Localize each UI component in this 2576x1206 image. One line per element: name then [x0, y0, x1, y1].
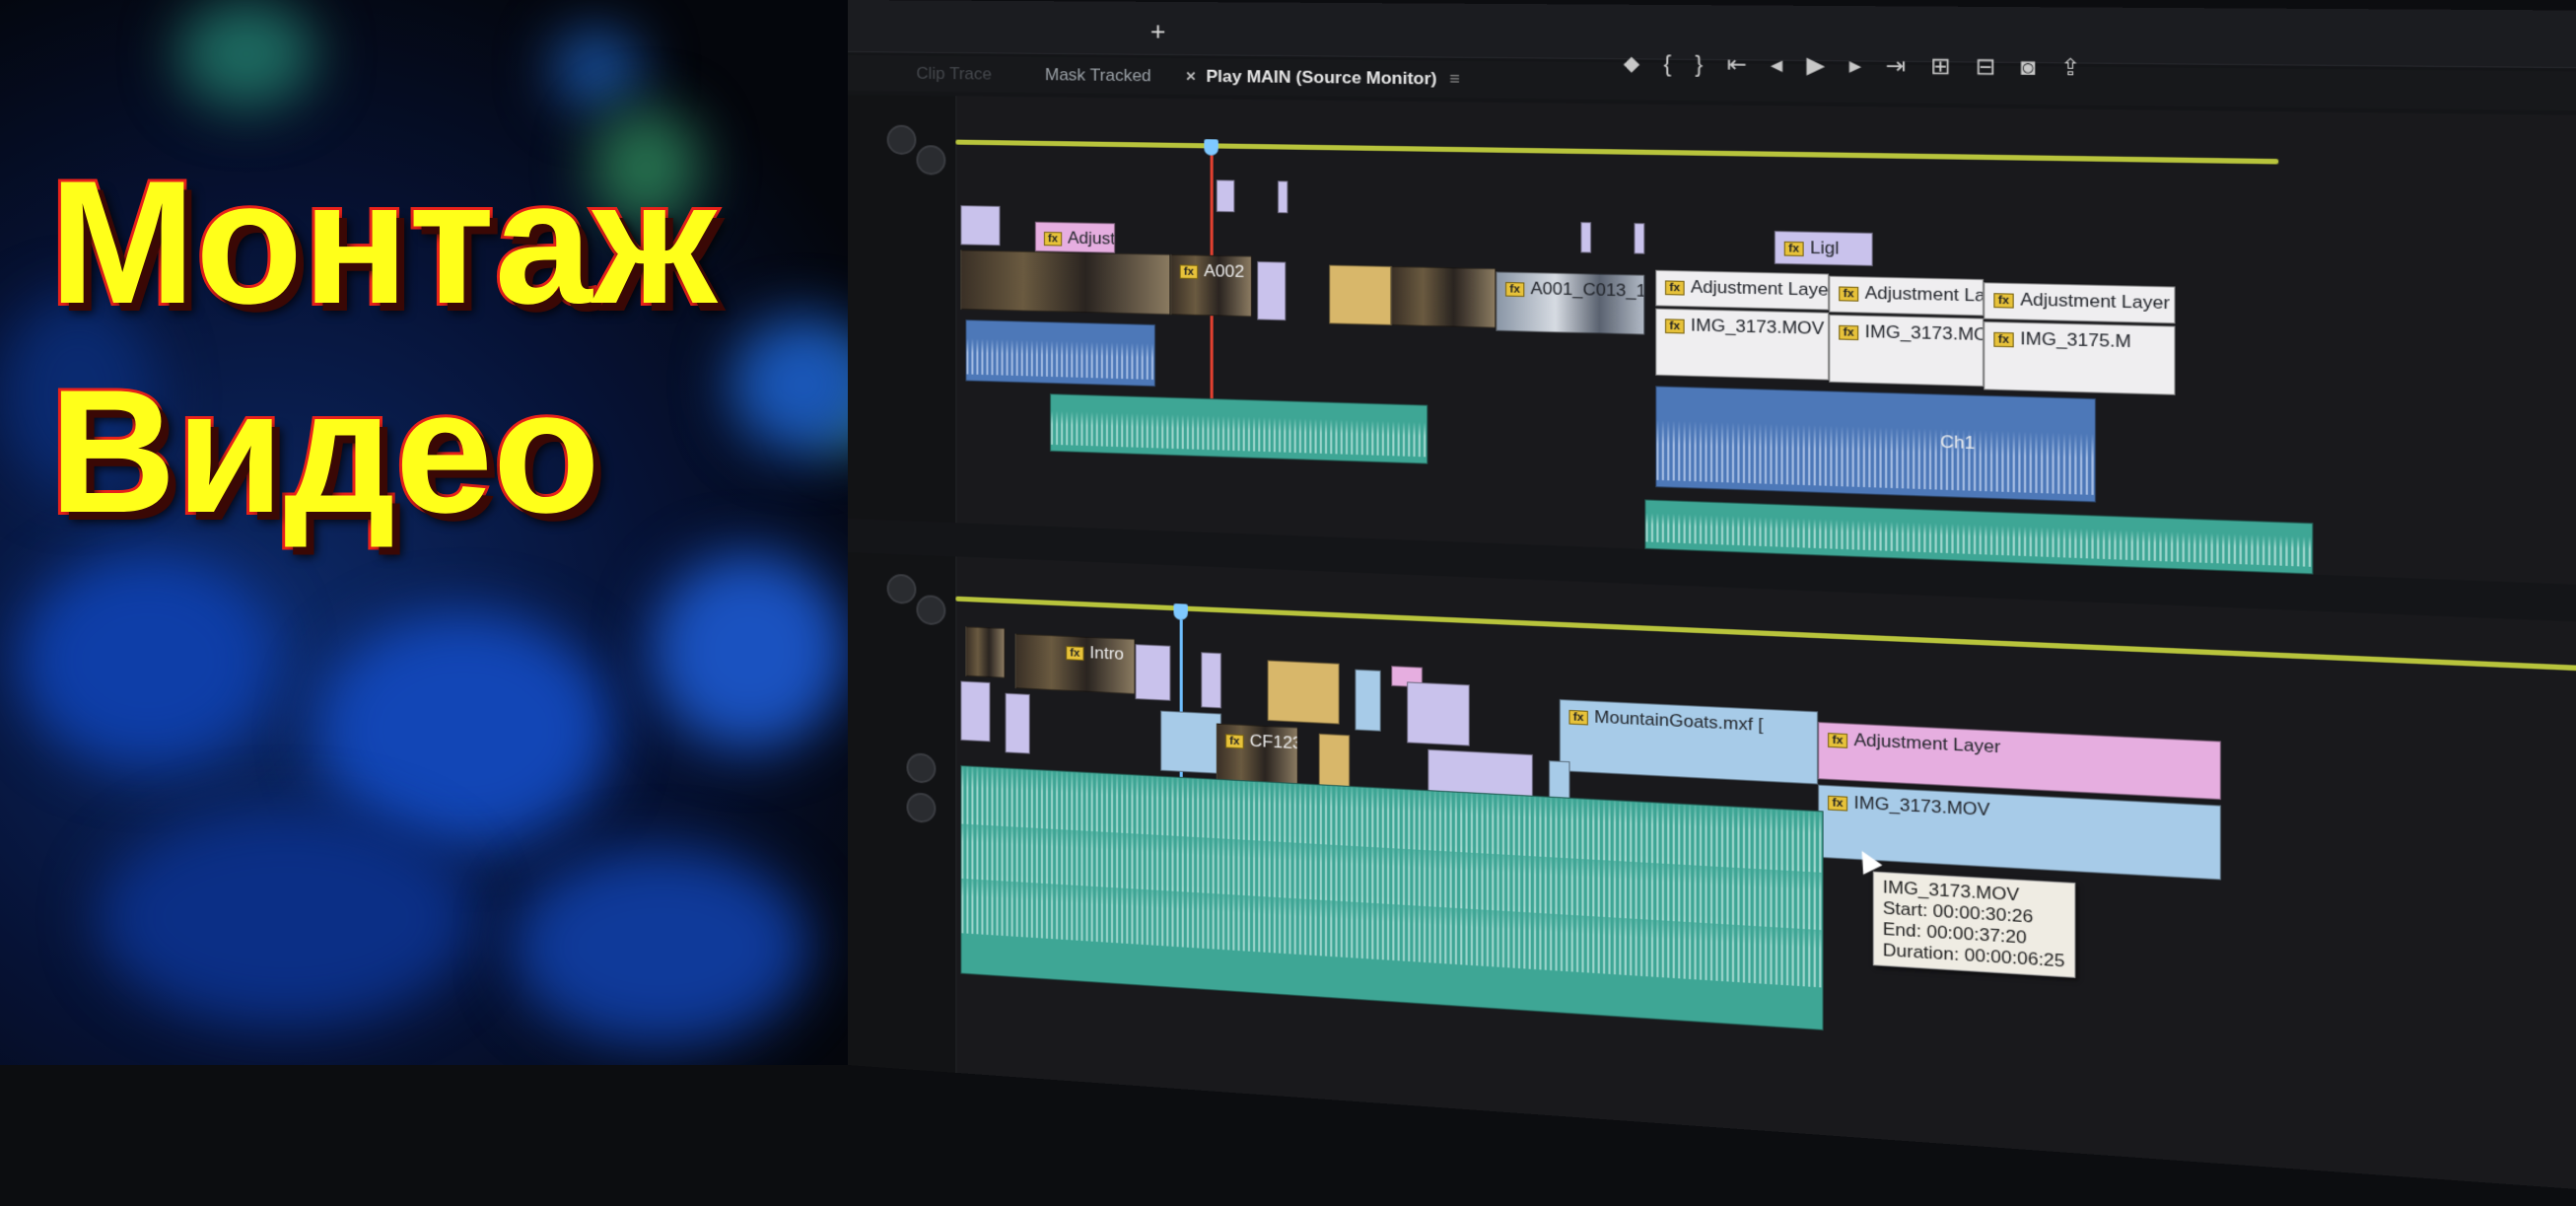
go-to-out-icon[interactable]: ⇥: [1886, 52, 1907, 80]
bokeh-light: [177, 0, 315, 108]
timeline-clip[interactable]: [1135, 644, 1171, 701]
bokeh-light: [513, 848, 808, 1045]
clip-label: A002: [1204, 260, 1245, 282]
video-clip[interactable]: [1391, 265, 1497, 328]
video-clip[interactable]: fx A002: [1170, 253, 1253, 318]
add-button[interactable]: +: [1150, 16, 1166, 47]
timeline-clip[interactable]: [960, 205, 1001, 247]
headline-line-2: Видео: [46, 350, 603, 552]
transport-controls: ⬥ { } ⇤ ◂ ▶ ▸ ⇥ ⊞ ⊟ ◙ ⇪: [1624, 50, 2081, 82]
video-editor-window: + Clip Trace Mask Tracked × Play MAIN (So…: [848, 0, 2576, 1206]
video-clip[interactable]: [965, 626, 1006, 678]
headline-line-1: Монтаж: [46, 141, 720, 343]
bokeh-light: [315, 611, 611, 848]
playhead-handle[interactable]: [1204, 139, 1218, 156]
audio-clip[interactable]: [965, 319, 1156, 388]
audio-clip[interactable]: [960, 765, 1824, 1031]
tab-mask-tracked[interactable]: Mask Tracked: [1045, 65, 1151, 86]
video-clip[interactable]: fx Intro: [1014, 633, 1136, 695]
track-headers: [848, 552, 957, 1073]
video-clip[interactable]: fx A001_C013_12: [1496, 271, 1645, 335]
clip-label: Adjustment La: [1864, 282, 1984, 306]
video-clip[interactable]: fx IMG_3175.M: [1984, 320, 2176, 395]
headline: Монтаж Видео: [46, 138, 720, 556]
work-area-bar[interactable]: [955, 596, 2576, 679]
clip-label: A001_C013_12: [1530, 278, 1645, 302]
step-forward-icon[interactable]: ▸: [1849, 52, 1861, 80]
clip-label: Adjustment Layer: [1690, 276, 1830, 301]
audio-clip[interactable]: Ch1: [1655, 386, 2096, 503]
clip-label: Adjustment Layer: [2020, 289, 2170, 314]
timeline-clip[interactable]: [1201, 652, 1221, 709]
adjustment-clip[interactable]: fx Adjustment Layer: [1984, 282, 2176, 324]
video-clip[interactable]: fx IMG_3173.MO: [1829, 314, 1984, 388]
video-clip[interactable]: fx MountainGoats.mxf [: [1559, 699, 1819, 785]
timeline-clip[interactable]: [1267, 660, 1340, 725]
timeline-clip[interactable]: [1355, 669, 1381, 732]
audio-clip[interactable]: [1644, 499, 2314, 575]
timeline-clip[interactable]: [1216, 179, 1235, 213]
track-toggle-icon[interactable]: [886, 573, 917, 604]
upper-timeline: fx Adjust fx Ligl fx A002 fx A001_C013_12 fx…: [848, 95, 2576, 594]
clip-info-tooltip: IMG_3173.MOV Start: 00:00:30:26 End: 00:…: [1872, 871, 2075, 978]
bokeh-light: [99, 809, 473, 1026]
marker-icon[interactable]: ⬥: [1624, 50, 1640, 77]
timeline-clip[interactable]: [960, 680, 991, 743]
in-point-icon[interactable]: {: [1663, 50, 1671, 77]
adjustment-clip[interactable]: fx Adjustment La: [1829, 275, 1984, 317]
playhead-handle[interactable]: [1173, 603, 1188, 620]
export-icon[interactable]: ⇪: [2060, 54, 2081, 82]
bokeh-light: [651, 552, 848, 749]
clip-label: IMG_3173.MOV: [1853, 792, 1990, 820]
tab-source-monitor[interactable]: × Play MAIN (Source Monitor) ≡: [1186, 66, 1460, 90]
overwrite-icon[interactable]: ⊟: [1976, 53, 1996, 81]
play-icon[interactable]: ▶: [1807, 51, 1826, 79]
adjustment-clip[interactable]: fx Adjust: [1034, 221, 1116, 253]
timeline-clip[interactable]: [1277, 180, 1288, 214]
timeline-clip[interactable]: [1160, 710, 1221, 774]
audio-clip[interactable]: [1050, 393, 1428, 464]
clip-label: Ch1: [1940, 431, 1976, 454]
close-icon[interactable]: ×: [1186, 66, 1196, 86]
step-back-icon[interactable]: ◂: [1771, 51, 1782, 79]
video-clip[interactable]: fx IMG_3173.MOV: [1655, 308, 1830, 381]
clip-label: MountainGoats.mxf [: [1594, 706, 1764, 736]
timeline-clip[interactable]: [1580, 222, 1592, 253]
timeline-clip[interactable]: [1329, 264, 1392, 325]
lower-timeline: fx Intro fx MountainGoats.mxf [ fx CF123 fx…: [848, 552, 2576, 1206]
adjustment-clip[interactable]: fx Adjustment Layer: [1655, 269, 1830, 311]
tab-clip-trace[interactable]: Clip Trace: [916, 64, 992, 85]
timeline-clip[interactable]: [1634, 223, 1645, 254]
track-toggle-icon[interactable]: [916, 145, 946, 176]
track-headers: [848, 95, 957, 524]
insert-icon[interactable]: ⊞: [1930, 53, 1951, 81]
go-to-in-icon[interactable]: ⇤: [1727, 51, 1747, 79]
bokeh-light: [552, 30, 641, 108]
clip-label: Intro: [1089, 643, 1125, 664]
timeline-clip[interactable]: fx Ligl: [1774, 231, 1873, 266]
clip-label: Adjustment Layer: [1853, 730, 2001, 757]
timeline-clip[interactable]: [1005, 692, 1030, 754]
clip-label: IMG_3173.MOV: [1690, 315, 1825, 339]
track-toggle-icon[interactable]: [906, 752, 937, 784]
track-toggle-icon[interactable]: [886, 124, 917, 156]
bokeh-light: [20, 552, 276, 769]
track-toggle-icon[interactable]: [916, 594, 946, 626]
tab-menu-icon[interactable]: ≡: [1449, 69, 1460, 89]
timeline-clip[interactable]: [1407, 681, 1470, 746]
clip-label: CF123: [1249, 731, 1298, 753]
out-point-icon[interactable]: }: [1695, 50, 1703, 77]
tab-source-monitor-label: Play MAIN (Source Monitor): [1206, 66, 1437, 89]
clip-label: Ligl: [1810, 238, 1840, 258]
video-clip[interactable]: [960, 249, 1171, 316]
track-toggle-icon[interactable]: [906, 792, 937, 824]
export-frame-icon[interactable]: ◙: [2020, 53, 2035, 81]
work-area-bar[interactable]: [955, 139, 2279, 165]
clip-label: Adjust: [1068, 228, 1116, 248]
clip-label: IMG_3175.M: [2020, 328, 2131, 352]
clip-label: IMG_3173.MO: [1864, 321, 1984, 345]
timeline-clip[interactable]: [1257, 260, 1287, 321]
